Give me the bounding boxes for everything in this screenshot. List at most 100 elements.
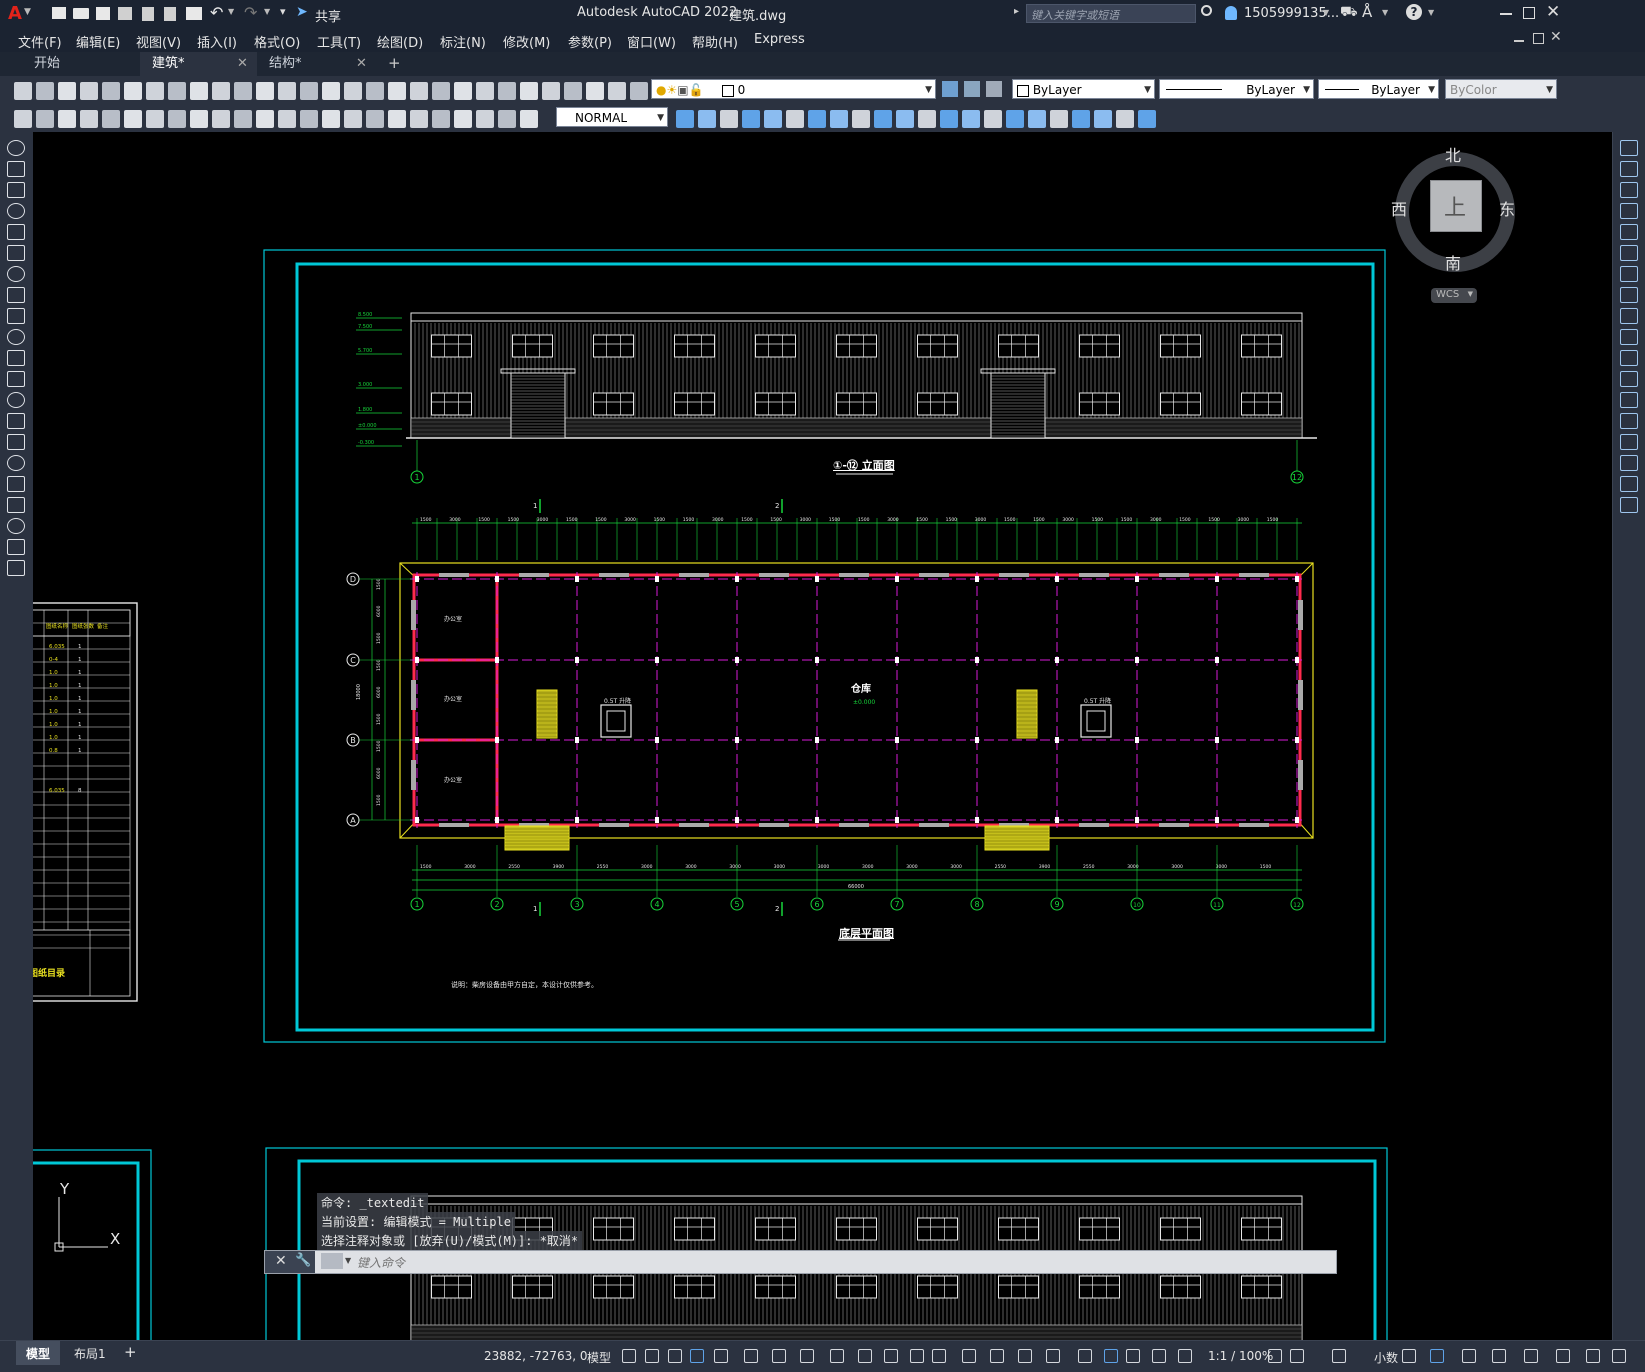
standard-tool-16-icon[interactable] <box>344 82 362 100</box>
draw-tool-18-icon[interactable] <box>7 497 25 513</box>
dimension-tool-3-icon[interactable] <box>58 110 76 128</box>
dimension-tool-17-icon[interactable] <box>366 110 384 128</box>
help-dropdown-icon[interactable]: ▼ <box>1428 8 1434 17</box>
new-file-icon[interactable] <box>52 7 66 19</box>
modify-tool-8-icon[interactable] <box>830 110 848 128</box>
app-menu-chevron-icon[interactable]: ▼ <box>24 7 31 17</box>
modify-tool-11-icon[interactable] <box>896 110 914 128</box>
dimension-tool-22-icon[interactable] <box>476 110 494 128</box>
dimension-tool-14-icon[interactable] <box>300 110 318 128</box>
compass-south[interactable]: 南 <box>1445 250 1461 274</box>
save-to-web-icon[interactable] <box>164 7 176 21</box>
search-expand-icon[interactable]: ▸ <box>1014 6 1019 17</box>
dimension-tool-8-icon[interactable] <box>168 110 186 128</box>
close-icon[interactable]: ✕ <box>275 1253 287 1269</box>
standard-tool-28-icon[interactable] <box>608 82 626 100</box>
draw-tool-4-icon[interactable] <box>7 203 25 219</box>
modify-tool-17-icon[interactable] <box>1028 110 1046 128</box>
units-display[interactable]: 小数 <box>1374 1349 1398 1366</box>
modify-tool-9-icon[interactable] <box>852 110 870 128</box>
modify-side-tool-17-icon[interactable] <box>1620 476 1638 492</box>
menu-file[interactable]: 文件(F) <box>18 32 62 51</box>
modify-tool-20-icon[interactable] <box>1094 110 1112 128</box>
standard-tool-12-icon[interactable] <box>256 82 274 100</box>
modify-tool-5-icon[interactable] <box>764 110 782 128</box>
layer-properties-icon[interactable] <box>986 81 1002 97</box>
status-toggle-6-icon[interactable] <box>744 1349 758 1363</box>
viewcube-top-face[interactable]: 上 <box>1430 180 1482 232</box>
open-from-web-icon[interactable] <box>142 7 154 21</box>
modify-side-tool-2-icon[interactable] <box>1620 161 1638 177</box>
modify-tool-19-icon[interactable] <box>1072 110 1090 128</box>
save-as-icon[interactable] <box>118 7 132 20</box>
compass-north[interactable]: 北 <box>1445 142 1461 166</box>
standard-tool-17-icon[interactable] <box>366 82 384 100</box>
draw-tool-11-icon[interactable] <box>7 350 25 366</box>
doc-close-icon[interactable]: ✕ <box>1550 29 1562 45</box>
add-layout-button[interactable]: + <box>124 1343 137 1361</box>
modify-tool-2-icon[interactable] <box>698 110 716 128</box>
status-toggle-27-icon[interactable] <box>1430 1349 1444 1363</box>
menu-draw[interactable]: 绘图(D) <box>377 32 423 51</box>
doc-restore-icon[interactable] <box>1533 33 1544 44</box>
redo-dropdown-icon[interactable]: ▼ <box>264 7 270 16</box>
make-current-layer-icon[interactable] <box>942 81 958 97</box>
customize-qat-icon[interactable]: ▾ <box>280 5 286 18</box>
wcs-menu[interactable]: WCS ▼ <box>1431 288 1477 303</box>
modify-side-tool-13-icon[interactable] <box>1620 392 1638 408</box>
standard-tool-8-icon[interactable] <box>168 82 186 100</box>
status-toggle-26-icon[interactable] <box>1402 1349 1416 1363</box>
standard-tool-20-icon[interactable] <box>432 82 450 100</box>
modify-side-tool-3-icon[interactable] <box>1620 182 1638 198</box>
compass-east[interactable]: 东 <box>1499 196 1515 220</box>
status-toggle-18-icon[interactable] <box>1078 1349 1092 1363</box>
standard-tool-9-icon[interactable] <box>190 82 208 100</box>
status-toggle-13-icon[interactable] <box>932 1349 946 1363</box>
status-toggle-8-icon[interactable] <box>800 1349 814 1363</box>
autodesk-a360-icon[interactable]: Å <box>1362 3 1372 21</box>
layer-dropdown[interactable]: ●☀▣🔓 0 ▼ <box>651 79 936 99</box>
status-toggle-7-icon[interactable] <box>772 1349 786 1363</box>
draw-tool-16-icon[interactable] <box>7 455 25 471</box>
status-toggle-31-icon[interactable] <box>1556 1349 1570 1363</box>
modify-side-tool-12-icon[interactable] <box>1620 371 1638 387</box>
command-line[interactable]: ✕ 🔧 ▼ <box>264 1250 1337 1274</box>
status-toggle-21-icon[interactable] <box>1152 1349 1166 1363</box>
recent-commands-icon[interactable] <box>321 1253 343 1269</box>
draw-tool-9-icon[interactable] <box>7 308 25 324</box>
status-toggle-24-icon[interactable] <box>1290 1349 1304 1363</box>
dimension-tool-2-icon[interactable] <box>36 110 54 128</box>
standard-tool-23-icon[interactable] <box>498 82 516 100</box>
modify-tool-16-icon[interactable] <box>1006 110 1024 128</box>
dimension-tool-11-icon[interactable] <box>234 110 252 128</box>
draw-tool-15-icon[interactable] <box>7 434 25 450</box>
dimension-tool-12-icon[interactable] <box>256 110 274 128</box>
modify-side-tool-16-icon[interactable] <box>1620 455 1638 471</box>
menu-view[interactable]: 视图(V) <box>136 32 181 51</box>
standard-tool-29-icon[interactable] <box>630 82 648 100</box>
draw-tool-7-icon[interactable] <box>7 266 25 282</box>
tab-close-icon[interactable]: ✕ <box>356 56 367 71</box>
share-label[interactable]: 共享 <box>315 6 341 25</box>
draw-tool-6-icon[interactable] <box>7 245 25 261</box>
status-toggle-9-icon[interactable] <box>830 1349 844 1363</box>
draw-tool-20-icon[interactable] <box>7 539 25 555</box>
status-toggle-1-icon[interactable] <box>622 1349 636 1363</box>
menu-help[interactable]: 帮助(H) <box>692 32 738 51</box>
dimension-tool-21-icon[interactable] <box>454 110 472 128</box>
modify-tool-22-icon[interactable] <box>1138 110 1156 128</box>
modify-tool-18-icon[interactable] <box>1050 110 1068 128</box>
dimension-tool-18-icon[interactable] <box>388 110 406 128</box>
cart-icon[interactable]: ⛟ <box>1340 4 1358 22</box>
modify-side-tool-5-icon[interactable] <box>1620 224 1638 240</box>
status-toggle-19-icon[interactable] <box>1104 1349 1118 1363</box>
status-toggle-11-icon[interactable] <box>884 1349 898 1363</box>
menu-tools[interactable]: 工具(T) <box>317 32 361 51</box>
modify-side-tool-11-icon[interactable] <box>1620 350 1638 366</box>
status-toggle-22-icon[interactable] <box>1178 1349 1192 1363</box>
undo-icon[interactable]: ↶ <box>210 3 223 22</box>
draw-tool-2-icon[interactable] <box>7 161 25 177</box>
status-toggle-29-icon[interactable] <box>1492 1349 1506 1363</box>
status-toggle-3-icon[interactable] <box>668 1349 682 1363</box>
modify-tool-12-icon[interactable] <box>918 110 936 128</box>
